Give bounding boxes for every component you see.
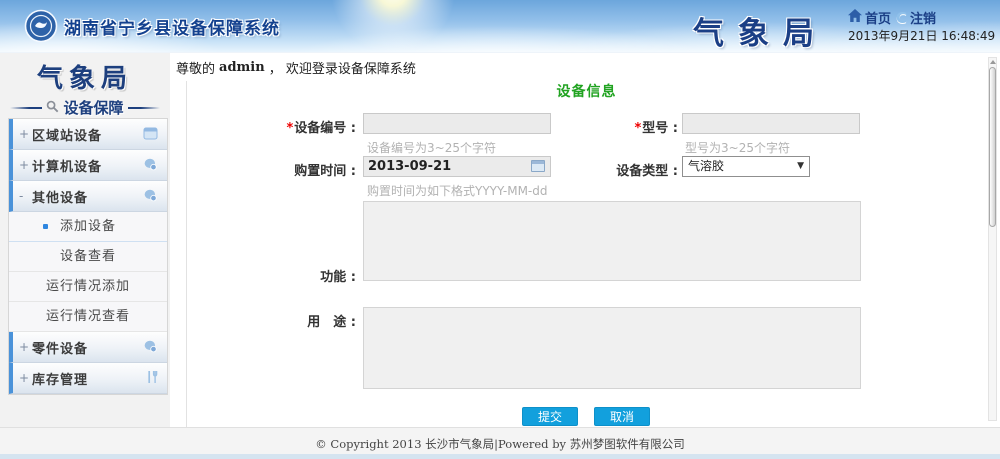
comment-icon xyxy=(143,156,158,175)
decor-rule-left xyxy=(10,107,42,109)
function-label: 功能 : xyxy=(196,266,356,285)
welcome-bar: 尊敬的 admin ， 欢迎登录设备保障系统 xyxy=(170,53,1000,81)
device-no-label: *设备编号 : xyxy=(196,117,356,136)
submenu-item-label: 运行情况查看 xyxy=(46,309,130,324)
sidebar-logo-subtitle: 设备保障 xyxy=(63,97,123,118)
device-form-panel: 设备信息 *设备编号 : *型号 : 设备编号为3~25个字符 型号为3~25个… xyxy=(186,81,986,427)
submenu-item-add-running-status[interactable]: 运行情况添加 xyxy=(9,272,167,302)
sidebar-logo-title: 气象局 xyxy=(0,58,170,95)
model-input[interactable] xyxy=(682,113,860,134)
home-label: 首页 xyxy=(865,8,891,27)
sidebar-item-other-devices[interactable]: - 其他设备 xyxy=(9,181,167,212)
submenu-item-label: 设备查看 xyxy=(60,249,116,264)
bureau-emblem-icon xyxy=(24,9,58,47)
calendar-icon[interactable] xyxy=(531,160,545,172)
expand-plus-icon: + xyxy=(19,371,32,385)
sidebar-item-computer-devices[interactable]: + 计算机设备 xyxy=(9,150,167,181)
page: 湖南省宁乡县设备保障系统 气象局 首页 C 注销 2013年9月21日 16:4… xyxy=(0,0,1000,459)
welcome-prefix: 尊敬的 xyxy=(176,58,215,77)
decor-rule-right xyxy=(128,107,160,109)
device-type-value: 气溶胶 xyxy=(688,159,724,173)
purchase-date-hint: 购置时间为如下格式YYYY-MM-dd xyxy=(367,182,548,199)
home-link[interactable]: 首页 xyxy=(848,8,891,27)
purpose-textarea[interactable] xyxy=(363,307,861,389)
system-title: 湖南省宁乡县设备保障系统 xyxy=(64,14,280,39)
magnifier-icon xyxy=(46,98,59,117)
submit-button[interactable]: 提交 xyxy=(522,407,578,426)
submenu-item-add-device[interactable]: 添加设备 xyxy=(9,212,167,242)
logout-label: 注销 xyxy=(910,8,936,27)
sidebar-item-parts-devices[interactable]: + 零件设备 xyxy=(9,332,167,363)
logout-icon: C xyxy=(896,9,907,27)
cancel-button[interactable]: 取消 xyxy=(594,407,650,426)
sidebar-item-label: 区域站设备 xyxy=(32,125,143,144)
sidebar-logo: 气象局 设备保障 xyxy=(0,53,170,118)
purchase-date-input[interactable] xyxy=(363,156,551,177)
sidebar-item-label: 其他设备 xyxy=(32,187,143,206)
sidebar-submenu-other-devices: 添加设备 设备查看 运行情况添加 运行情况查看 xyxy=(9,212,167,332)
form-title: 设备信息 xyxy=(187,81,986,101)
bureau-title: 气象局 xyxy=(693,8,828,53)
logout-link[interactable]: C 注销 xyxy=(896,8,936,27)
footer: © Copyright 2013 长沙市气象局|Powered by 苏州梦图软… xyxy=(0,427,1000,459)
device-type-label: 设备类型 : xyxy=(578,160,678,179)
sidebar: 气象局 设备保障 + 区域站设备 + 计算机设备 xyxy=(0,53,170,427)
comment-icon xyxy=(143,338,158,357)
sidebar-item-inventory-management[interactable]: + 库存管理 xyxy=(9,363,167,394)
function-textarea[interactable] xyxy=(363,201,861,281)
datetime: 2013年9月21日 16:48:49 xyxy=(848,27,995,44)
sidebar-item-region-station-devices[interactable]: + 区域站设备 xyxy=(9,119,167,150)
selected-bullet-icon xyxy=(43,224,48,229)
scroll-up-arrow-icon[interactable] xyxy=(990,60,996,64)
footer-strip xyxy=(0,454,1000,459)
scrollbar-thumb[interactable] xyxy=(989,67,996,227)
copyright-text: © Copyright 2013 长沙市气象局|Powered by 苏州梦图软… xyxy=(0,436,1000,452)
device-type-select[interactable]: 气溶胶 ▼ xyxy=(682,156,810,177)
submenu-item-label: 运行情况添加 xyxy=(46,279,130,294)
main-content: 尊敬的 admin ， 欢迎登录设备保障系统 设备信息 *设备编号 : *型号 … xyxy=(170,53,1000,427)
sidebar-item-label: 库存管理 xyxy=(32,369,146,388)
required-marker: * xyxy=(286,121,293,136)
purchase-date-label: 购置时间 : xyxy=(196,160,356,179)
chevron-down-icon: ▼ xyxy=(797,157,804,176)
expand-plus-icon: + xyxy=(19,158,32,172)
submenu-item-view-running-status[interactable]: 运行情况查看 xyxy=(9,302,167,332)
collapse-minus-icon: - xyxy=(19,189,32,203)
welcome-suffix: ， 欢迎登录设备保障系统 xyxy=(269,58,416,77)
required-marker: * xyxy=(634,121,641,136)
device-no-hint: 设备编号为3~25个字符 xyxy=(367,139,496,156)
submenu-item-label: 添加设备 xyxy=(60,219,116,234)
content-scrollbar[interactable] xyxy=(988,57,997,421)
expand-plus-icon: + xyxy=(19,340,32,354)
expand-plus-icon: + xyxy=(19,127,32,141)
sidebar-item-label: 零件设备 xyxy=(32,338,143,357)
home-icon xyxy=(848,9,862,26)
submenu-item-view-devices[interactable]: 设备查看 xyxy=(9,242,167,272)
username: admin xyxy=(219,60,265,75)
device-no-input[interactable] xyxy=(363,113,551,134)
comment-icon xyxy=(143,187,158,206)
window-icon xyxy=(143,125,158,144)
purpose-label: 用 途 : xyxy=(196,311,356,330)
model-label: *型号 : xyxy=(578,117,678,136)
sidebar-menu: + 区域站设备 + 计算机设备 - 其他设备 xyxy=(8,118,168,395)
utensils-icon xyxy=(146,369,158,388)
model-hint: 型号为3~25个字符 xyxy=(685,139,790,156)
top-banner: 湖南省宁乡县设备保障系统 气象局 首页 C 注销 2013年9月21日 16:4… xyxy=(0,0,1000,53)
sidebar-item-label: 计算机设备 xyxy=(32,156,143,175)
